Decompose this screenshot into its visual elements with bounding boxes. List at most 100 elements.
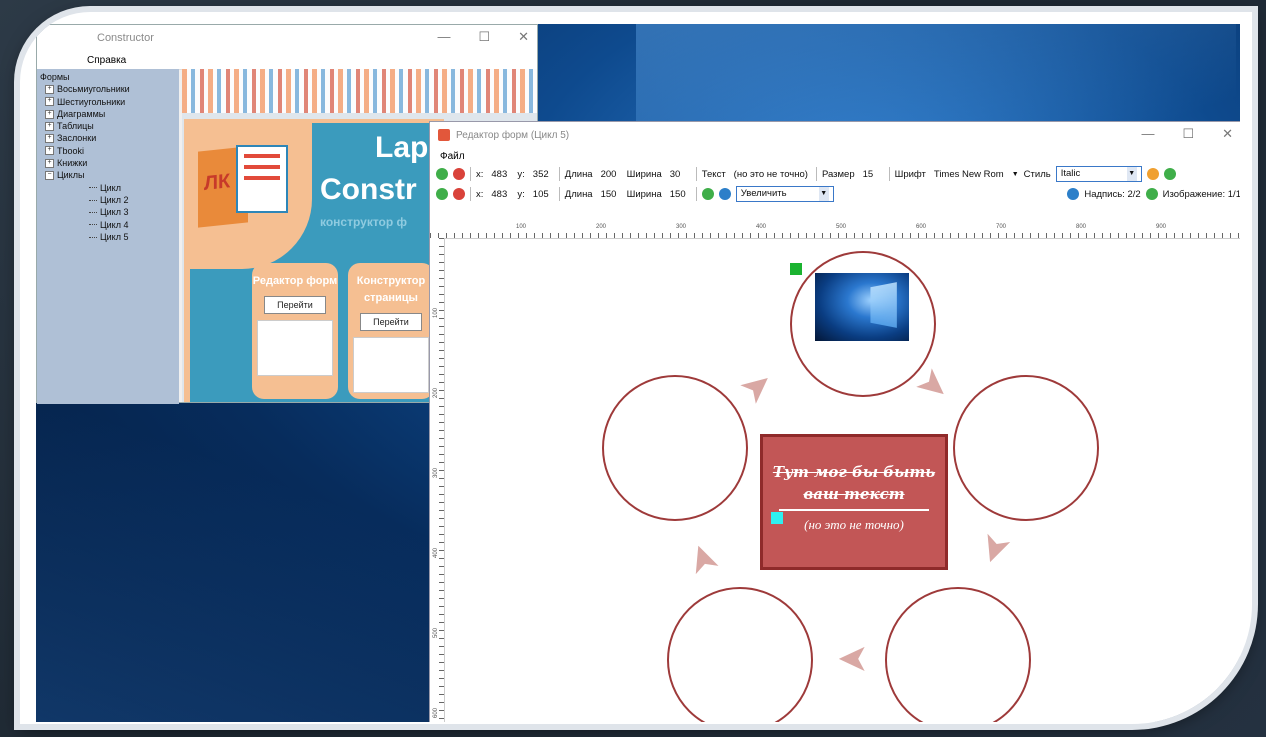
width-label: Ширина bbox=[626, 168, 662, 180]
constructor-titlebar: Constructor — ☐ ✕ bbox=[37, 25, 537, 51]
ruler-tick-label: 400 bbox=[756, 224, 767, 230]
y-field[interactable]: 105 bbox=[530, 189, 554, 200]
go-button[interactable]: Перейти bbox=[264, 296, 326, 314]
expand-icon[interactable]: + bbox=[45, 109, 54, 119]
expand-icon[interactable]: + bbox=[45, 146, 54, 156]
center-text-block[interactable]: Тут мог бы быть ваш текст (но это не точ… bbox=[760, 434, 948, 570]
design-canvas[interactable]: ➤ ➤ ➤ ➤ ➤ Тут мог бы быть ваш текст (но … bbox=[445, 239, 1240, 722]
editor-menubar: Файл bbox=[430, 148, 1240, 164]
length-label: Длина bbox=[564, 168, 593, 180]
card-title: Редактор форм bbox=[252, 275, 338, 287]
add-caption-icon[interactable] bbox=[436, 168, 448, 180]
slide-frame: Constructor — ☐ ✕ Справка Формы + Восьмиу… bbox=[20, 12, 1252, 724]
divider bbox=[779, 509, 929, 511]
caption-sub-text[interactable]: (но это не точно) bbox=[763, 517, 945, 533]
landing-inner: ЛК Lap Constr конструктор ф Редактор фор… bbox=[184, 119, 438, 402]
card-title: Конструктор страницы bbox=[356, 275, 426, 304]
text-field[interactable]: (но это не точно) bbox=[731, 169, 811, 180]
cycle-circle-bottom-right[interactable] bbox=[885, 587, 1031, 722]
minimize-icon[interactable]: — bbox=[1141, 126, 1154, 142]
cycle-circle-bottom-left[interactable] bbox=[667, 587, 813, 722]
image-settings-icon[interactable] bbox=[701, 188, 714, 200]
caption-main-text[interactable]: Тут мог бы быть ваш текст bbox=[763, 461, 945, 505]
cycle-circle-right[interactable] bbox=[953, 375, 1099, 521]
text-label: Текст bbox=[701, 168, 726, 180]
ruler-tick-label: 500 bbox=[433, 627, 440, 639]
style-label: Стиль bbox=[1023, 168, 1051, 180]
tree-group[interactable]: + Диаграммы bbox=[37, 108, 179, 120]
tree-root[interactable]: Формы bbox=[37, 71, 179, 83]
cycle-circle-left[interactable] bbox=[602, 375, 748, 521]
expand-icon[interactable]: + bbox=[45, 84, 54, 94]
ruler-tick-label: 600 bbox=[916, 224, 927, 230]
tree-item-cycle[interactable]: Цикл 4 bbox=[37, 219, 179, 231]
image-selection-handle[interactable] bbox=[790, 263, 802, 275]
tree-item-cycle[interactable]: Цикл 5 bbox=[37, 231, 179, 243]
tree-group[interactable]: + Книжки bbox=[37, 157, 179, 169]
ruler-tick-label: 200 bbox=[596, 224, 607, 230]
globe-icon bbox=[1067, 188, 1080, 200]
font-select[interactable]: Times New Rom bbox=[931, 169, 1007, 180]
x-field[interactable]: 483 bbox=[488, 189, 512, 200]
forms-tree[interactable]: Формы + Восьмиугольники + Шестиугольники +… bbox=[37, 69, 179, 404]
landing-title-line2: Constr bbox=[320, 173, 417, 206]
expand-icon[interactable]: + bbox=[45, 97, 54, 107]
add-image-icon[interactable] bbox=[436, 188, 448, 200]
action-select[interactable]: Увеличить ▼ bbox=[735, 186, 834, 202]
collapse-icon[interactable]: − bbox=[45, 171, 54, 181]
width-label: Ширина bbox=[626, 188, 662, 200]
caption-toolbar: x: 483 y: 352 Длина 200 Ширина 30 Текст … bbox=[430, 164, 1240, 184]
maximize-icon[interactable]: ☐ bbox=[478, 29, 490, 45]
tree-item-cycle[interactable]: Цикл bbox=[37, 182, 179, 194]
delete-image-icon[interactable] bbox=[453, 188, 465, 200]
caption-selection-handle[interactable] bbox=[771, 512, 783, 524]
y-field[interactable]: 352 bbox=[530, 169, 554, 180]
tree-group[interactable]: + Таблицы bbox=[37, 120, 179, 132]
tree-group-cycles[interactable]: − Циклы bbox=[37, 169, 179, 181]
ruler-tick-label: 300 bbox=[433, 467, 440, 479]
expand-icon[interactable]: + bbox=[45, 121, 54, 131]
tree-item-cycle[interactable]: Цикл 3 bbox=[37, 206, 179, 218]
windows-image[interactable] bbox=[815, 273, 909, 341]
chevron-down-icon[interactable]: ▼ bbox=[818, 187, 829, 201]
ruler-tick-label: 100 bbox=[516, 224, 527, 230]
landing-subtitle: конструктор ф bbox=[320, 215, 408, 229]
close-icon[interactable]: ✕ bbox=[518, 29, 529, 45]
menu-file[interactable]: Файл bbox=[440, 151, 465, 162]
expand-icon[interactable]: + bbox=[45, 158, 54, 168]
delete-caption-icon[interactable] bbox=[453, 168, 465, 180]
arrow-icon: ➤ bbox=[677, 536, 729, 582]
tree-item-cycle[interactable]: Цикл 2 bbox=[37, 194, 179, 206]
palette-icon[interactable] bbox=[1146, 168, 1159, 180]
width-field[interactable]: 30 bbox=[667, 169, 691, 180]
download-icon[interactable] bbox=[718, 188, 731, 200]
tree-group[interactable]: + Шестиугольники bbox=[37, 96, 179, 108]
horizontal-ruler: 100 200 300 400 500 600 700 800 900 bbox=[430, 224, 1240, 239]
length-field[interactable]: 150 bbox=[598, 189, 622, 200]
tree-group[interactable]: + Tbooki bbox=[37, 145, 179, 157]
width-field[interactable]: 150 bbox=[667, 189, 691, 200]
vertical-ruler: 100 200 300 400 500 600 bbox=[430, 238, 445, 722]
tree-group[interactable]: + Восьмиугольники bbox=[37, 83, 179, 95]
close-icon[interactable]: ✕ bbox=[1222, 126, 1233, 142]
tree-group[interactable]: + Заслонки bbox=[37, 132, 179, 144]
length-field[interactable]: 200 bbox=[598, 169, 622, 180]
expand-icon[interactable]: + bbox=[45, 134, 54, 144]
menu-help[interactable]: Справка bbox=[87, 55, 126, 66]
chevron-down-icon[interactable]: ▼ bbox=[1126, 167, 1137, 181]
x-field[interactable]: 483 bbox=[488, 169, 512, 180]
app-logo: ЛК bbox=[184, 119, 312, 269]
window-controls: — ☐ ✕ bbox=[437, 29, 529, 45]
minimize-icon[interactable]: — bbox=[437, 29, 450, 45]
go-button[interactable]: Перейти bbox=[360, 313, 422, 331]
maximize-icon[interactable]: ☐ bbox=[1182, 126, 1194, 142]
length-label: Длина bbox=[564, 188, 593, 200]
apply-icon[interactable] bbox=[1163, 168, 1176, 180]
size-field[interactable]: 15 bbox=[860, 169, 884, 180]
chevron-down-icon[interactable]: ▼ bbox=[1012, 171, 1019, 178]
desktop-background: Constructor — ☐ ✕ Справка Формы + Восьмиу… bbox=[36, 24, 1240, 722]
style-select[interactable]: Italic ▼ bbox=[1055, 166, 1142, 182]
images-counter: Изображение: 1/1 bbox=[1162, 188, 1240, 200]
arrow-icon: ➤ bbox=[837, 638, 869, 680]
y-label: y: bbox=[517, 168, 525, 180]
